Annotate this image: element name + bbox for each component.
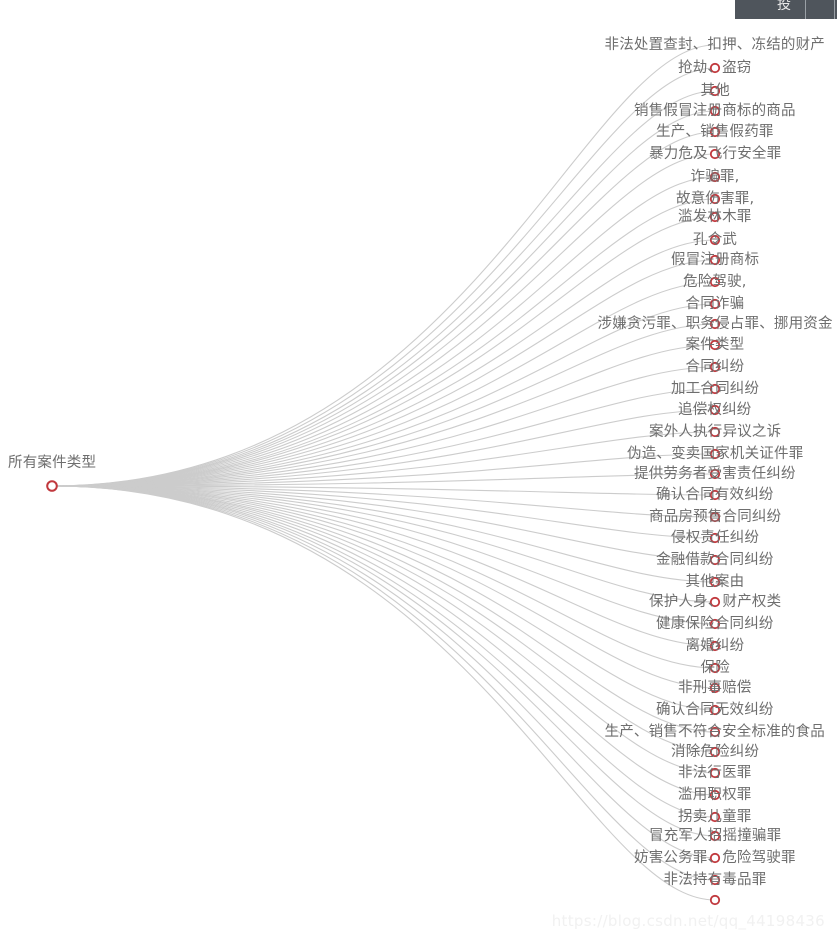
tree-node-label: 非刑事赔偿: [678, 679, 752, 696]
tree-node-label: 非法处置查封、扣押、冻结的财产: [604, 36, 825, 53]
tree-node-label: 故意伤害罪,: [676, 190, 755, 207]
tree-node-label: 孔令武: [693, 231, 738, 248]
tree-node-label: 生产、销售不符合安全标准的食品: [604, 723, 825, 740]
tree-node-label: 追偿权纠纷: [678, 401, 752, 418]
tree-link: [51, 485, 716, 647]
tree-node-label: 伪造、变卖国家机关证件罪: [627, 445, 804, 462]
root-node-label: 所有案件类型: [8, 454, 97, 471]
tree-node-label: 保护人身、财产权类: [649, 593, 782, 610]
tree-node-label: 冒充军人招摇撞骗罪: [649, 827, 782, 844]
tree-node-label: 诈骗罪,: [690, 168, 740, 185]
tree-node-label: 假冒注册商标: [671, 251, 760, 268]
toolbar-button[interactable]: [805, 0, 835, 19]
tree-node-label: 滥发林木罪: [678, 208, 752, 225]
tree-link: [51, 485, 716, 859]
tree-node-label: 健康保险合同纠纷: [656, 615, 774, 632]
tree-link: [51, 216, 716, 487]
tree-node-label: 非法行医罪: [678, 764, 752, 781]
tree-node-label: 金融借款合同纠纷: [656, 551, 774, 568]
tree-link: [51, 485, 716, 753]
tree-link: [51, 485, 716, 837]
window-toolbar-strip[interactable]: 投: [735, 0, 837, 19]
tree-node-label: 非法持有毒品罪: [663, 871, 767, 888]
tree-link: [51, 485, 716, 901]
tree-node-label: 拐卖儿童罪: [678, 808, 752, 825]
tree-link: [51, 485, 716, 603]
tree-link: [51, 198, 716, 487]
tree-node-label: 案件类型: [685, 336, 745, 353]
tree-node-label: 加工合同纠纷: [671, 380, 760, 397]
tree-node-label: 合同诈骗: [685, 295, 745, 312]
tree-node-label: 涉嫌贪污罪、职务侵占罪、挪用资金: [597, 315, 833, 332]
tree-node-label: 确认合同有效纠纷: [656, 486, 774, 503]
tree-node-label: 商品房预售合同纠纷: [649, 508, 782, 525]
watermark-text: https://blog.csdn.net/qq_44198436: [551, 912, 825, 930]
tree-link: [51, 110, 716, 487]
tree-node-circle[interactable]: [709, 894, 721, 906]
tree-node-label: 其他案由: [685, 573, 745, 590]
tree-node-label: 保险: [700, 659, 730, 676]
tree-node-label: 销售假冒注册商标的商品: [634, 102, 796, 119]
tree-link: [51, 131, 716, 487]
tree-node-label: 抢劫、盗窃: [678, 59, 752, 76]
tree-node-label: 滥用职权罪: [678, 786, 752, 803]
tree-link: [51, 485, 716, 625]
tree-node-label: 确认合同无效纠纷: [656, 701, 774, 718]
tree-node-label: 合同纠纷: [685, 358, 745, 375]
tree-link: [51, 485, 716, 669]
tree-node-label: 危险驾驶,: [683, 273, 747, 290]
tree-node-label: 消除危险纠纷: [671, 743, 760, 760]
tree-link: [51, 90, 716, 487]
tree-node-label: 暴力危及飞行安全罪: [649, 145, 782, 162]
tree-link: [51, 323, 716, 487]
tree-node-label: 案外人执行异议之诉: [649, 423, 782, 440]
root-node-circle[interactable]: [46, 480, 58, 492]
tree-link: [51, 485, 716, 881]
tree-node-label: 侵权责任纠纷: [671, 529, 760, 546]
tree-node-label: 提供劳务者受害责任纠纷: [634, 465, 796, 482]
tree-node-label: 离婚纠纷: [685, 637, 745, 654]
toolbar-partial-label: 投: [777, 0, 791, 13]
tree-node-label: 其他: [700, 82, 730, 99]
tree-node-label: 生产、销售假药罪: [656, 123, 774, 140]
tree-link: [51, 239, 716, 487]
tree-node-label: 妨害公务罪、危险驾驶罪: [634, 849, 796, 866]
tree-diagram-canvas: 非法处置查封、扣押、冻结的财产 抢劫、盗窃其他销售假冒注册商标的商品 生产、销售假药…: [0, 0, 837, 948]
